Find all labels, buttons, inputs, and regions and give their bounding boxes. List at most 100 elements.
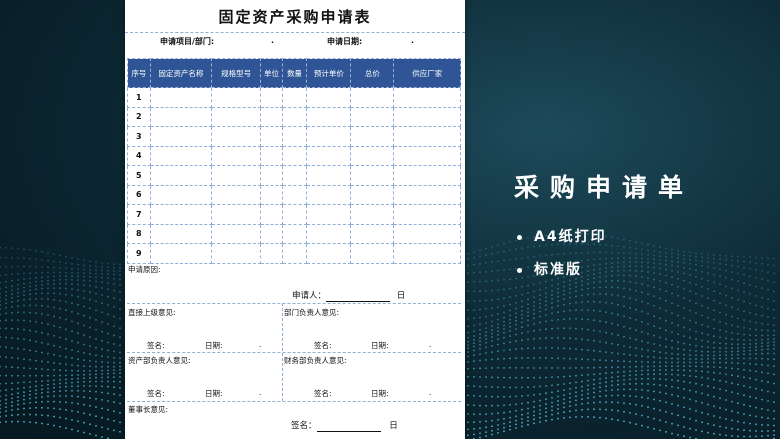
chairman-signature-field[interactable] xyxy=(316,421,381,432)
table-cell[interactable] xyxy=(281,223,308,244)
table-cell[interactable] xyxy=(149,145,213,166)
table-cell[interactable] xyxy=(281,106,308,127)
table-row: 4 xyxy=(127,145,461,166)
table-cell[interactable] xyxy=(393,145,461,166)
table-cell[interactable] xyxy=(350,87,395,108)
table-cell[interactable] xyxy=(350,184,395,205)
row-number: 1 xyxy=(127,87,151,108)
table-cell[interactable] xyxy=(393,243,461,264)
sign-label: 签名: xyxy=(147,389,165,398)
date-label: 日期: xyxy=(371,341,389,350)
table-cell[interactable] xyxy=(281,204,308,225)
date-dot: . xyxy=(429,388,432,397)
table-cell[interactable] xyxy=(260,204,283,225)
project-label: 申请项目/部门: xyxy=(160,37,215,46)
table-cell[interactable] xyxy=(211,184,262,205)
table-cell[interactable] xyxy=(211,165,262,186)
table-cell[interactable] xyxy=(149,126,213,147)
table-cell[interactable] xyxy=(393,126,461,147)
applicant-label: 申请人： xyxy=(292,291,327,301)
table-cell[interactable] xyxy=(149,184,213,205)
table-row: 1 xyxy=(127,87,461,108)
table-cell[interactable] xyxy=(393,204,461,225)
table-cell[interactable] xyxy=(211,106,262,127)
table-cell[interactable] xyxy=(350,165,395,186)
table-cell[interactable] xyxy=(281,145,308,166)
row-number: 6 xyxy=(127,184,151,205)
reason-label: 申请原因: xyxy=(128,265,161,274)
divider xyxy=(127,401,461,402)
table-cell[interactable] xyxy=(393,223,461,244)
table-cell[interactable] xyxy=(306,184,352,205)
table-cell[interactable] xyxy=(350,126,395,147)
table-cell[interactable] xyxy=(211,126,262,147)
table-cell[interactable] xyxy=(350,243,395,264)
table-cell[interactable] xyxy=(281,243,308,264)
table-cell[interactable] xyxy=(350,145,395,166)
date-label: 申请日期: xyxy=(327,37,363,46)
table-cell[interactable] xyxy=(306,223,352,244)
column-header: 预计单价 xyxy=(306,58,352,88)
date-dot: . xyxy=(429,340,432,349)
date-label: 日期: xyxy=(371,389,389,398)
table-cell[interactable] xyxy=(149,223,213,244)
applicant-signature-field[interactable] xyxy=(326,291,391,302)
dept-head-label: 部门负责人意见: xyxy=(284,308,340,317)
table-row: 7 xyxy=(127,204,461,225)
row-number: 9 xyxy=(127,243,151,264)
applicant-line: 申请人： 日 xyxy=(292,289,405,302)
table-cell[interactable] xyxy=(281,184,308,205)
table-cell[interactable] xyxy=(260,184,283,205)
table-cell[interactable] xyxy=(306,204,352,225)
table-cell[interactable] xyxy=(211,87,262,108)
table-cell[interactable] xyxy=(306,243,352,264)
project-value[interactable]: . xyxy=(271,36,274,45)
table-cell[interactable] xyxy=(211,145,262,166)
side-heading: 采购申请单 xyxy=(514,173,695,202)
table-cell[interactable] xyxy=(260,87,283,108)
table-cell[interactable] xyxy=(211,223,262,244)
table-cell[interactable] xyxy=(393,87,461,108)
table-cell[interactable] xyxy=(281,126,308,147)
table-cell[interactable] xyxy=(211,243,262,264)
table-cell[interactable] xyxy=(281,87,308,108)
table-cell[interactable] xyxy=(149,204,213,225)
table-cell[interactable] xyxy=(149,243,213,264)
chairman-label: 董事长意见: xyxy=(128,405,169,414)
table-cell[interactable] xyxy=(260,165,283,186)
table-cell[interactable] xyxy=(350,106,395,127)
divider xyxy=(125,32,465,33)
sign-label: 签名: xyxy=(314,389,332,398)
table-cell[interactable] xyxy=(393,165,461,186)
table-cell[interactable] xyxy=(393,106,461,127)
table-cell[interactable] xyxy=(260,106,283,127)
table-cell[interactable] xyxy=(149,106,213,127)
divider xyxy=(127,352,461,353)
table-cell[interactable] xyxy=(306,165,352,186)
table-cell[interactable] xyxy=(350,223,395,244)
table-cell[interactable] xyxy=(306,106,352,127)
table-cell[interactable] xyxy=(281,165,308,186)
table-row: 2 xyxy=(127,106,461,127)
bullet-text: 标准版 xyxy=(534,262,582,278)
row-number: 5 xyxy=(127,165,151,186)
table-cell[interactable] xyxy=(260,145,283,166)
table-cell[interactable] xyxy=(350,204,395,225)
table-cell[interactable] xyxy=(149,165,213,186)
table-cell[interactable] xyxy=(306,145,352,166)
table-cell[interactable] xyxy=(211,204,262,225)
bullet-item: 标准版 xyxy=(517,259,582,279)
table-cell[interactable] xyxy=(393,184,461,205)
table-cell[interactable] xyxy=(149,87,213,108)
table-row: 3 xyxy=(127,126,461,147)
column-header: 供应厂家 xyxy=(393,58,461,88)
table-cell[interactable] xyxy=(260,126,283,147)
supervisor-label: 直接上级意见: xyxy=(128,308,176,317)
table-cell[interactable] xyxy=(306,126,352,147)
table-cell[interactable] xyxy=(306,87,352,108)
form-title: 固定资产采购申请表 xyxy=(218,8,372,26)
sign-label: 签名: xyxy=(147,341,165,350)
date-value[interactable]: . xyxy=(411,36,414,45)
table-cell[interactable] xyxy=(260,243,283,264)
table-cell[interactable] xyxy=(260,223,283,244)
